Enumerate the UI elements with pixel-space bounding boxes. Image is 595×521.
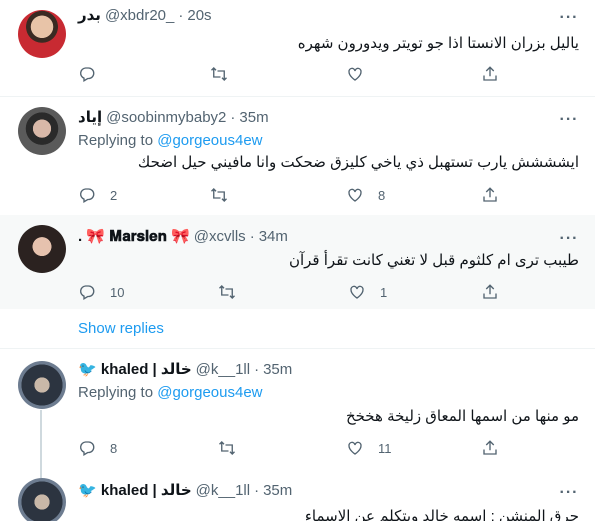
share-button[interactable] xyxy=(481,64,499,84)
replying-to: Replying to @gorgeous4ew xyxy=(78,383,263,403)
replying-to: Replying to @gorgeous4ew xyxy=(78,131,263,151)
reply-count: 2 xyxy=(110,187,118,203)
tweet-text: مو منها من اسمها المعاق زليخة هخخخ xyxy=(345,408,579,425)
reply-icon xyxy=(78,186,96,204)
action-bar: 8 11 xyxy=(78,438,518,458)
reply-icon xyxy=(78,65,96,83)
replying-label: Replying to xyxy=(78,132,154,149)
more-icon[interactable]: ··· xyxy=(559,485,579,507)
like-button[interactable] xyxy=(346,64,378,84)
retweet-icon xyxy=(218,439,236,457)
timestamp[interactable]: 35m xyxy=(263,481,292,501)
like-count: 8 xyxy=(378,187,386,203)
separator-dot: · xyxy=(230,109,236,126)
like-icon xyxy=(346,186,364,204)
reply-button[interactable]: 8 xyxy=(78,438,117,458)
share-icon xyxy=(481,439,499,457)
author-handle[interactable]: @xcvlls xyxy=(194,227,246,247)
avatar[interactable] xyxy=(18,225,66,273)
share-icon xyxy=(481,186,499,204)
like-icon xyxy=(346,439,364,457)
reply-button[interactable]: 10 xyxy=(78,282,124,302)
show-replies-link[interactable]: Show replies xyxy=(78,319,164,339)
like-count: 11 xyxy=(378,440,392,456)
retweet-button[interactable] xyxy=(210,64,228,84)
like-icon xyxy=(348,283,366,301)
avatar[interactable] xyxy=(18,10,66,58)
reply-icon xyxy=(78,283,96,301)
more-icon[interactable]: ··· xyxy=(559,112,579,134)
separator-dot: · xyxy=(249,228,255,245)
author-name-text: khaled | خالد xyxy=(100,482,192,499)
timestamp[interactable]: 35m xyxy=(239,108,268,128)
tweet-text: ايشششش يارب تستهبل ذي ياخي كليزق ضحكت وا… xyxy=(137,154,579,171)
tweet-text: ياليل بزران الانستا اذا جو تويتر ويدورون… xyxy=(297,35,579,52)
retweet-button[interactable] xyxy=(210,185,228,205)
action-bar: 10 1 xyxy=(78,282,518,302)
retweet-button[interactable] xyxy=(218,438,236,458)
action-bar: 2 8 xyxy=(78,185,518,205)
tweet-text: طيبب ترى ام كلثوم قبل لا تغني كانت تقرأ … xyxy=(288,252,579,269)
like-button[interactable]: 11 xyxy=(346,438,392,458)
avatar[interactable] xyxy=(18,107,66,155)
retweet-icon xyxy=(210,186,228,204)
more-icon[interactable]: ··· xyxy=(559,231,579,253)
avatar[interactable] xyxy=(18,361,66,409)
author-handle[interactable]: @soobinmybaby2 xyxy=(106,108,226,128)
replying-label: Replying to xyxy=(78,384,154,401)
bird-icon: 🐦 xyxy=(78,361,97,378)
more-icon[interactable]: ··· xyxy=(559,10,579,32)
share-icon xyxy=(481,283,499,301)
share-button[interactable] xyxy=(481,185,499,205)
like-button[interactable]: 8 xyxy=(346,185,385,205)
avatar[interactable] xyxy=(18,478,66,521)
tweet-text: حرق المنشن : اسمه خالد ويتكلم عن الاسماء xyxy=(304,508,579,521)
separator-dot: · xyxy=(178,7,184,24)
retweet-icon xyxy=(218,283,236,301)
mention-link[interactable]: @gorgeous4ew xyxy=(157,132,262,149)
author-name[interactable]: إياد xyxy=(78,108,102,128)
timestamp[interactable]: 20s xyxy=(187,6,211,26)
like-button[interactable]: 1 xyxy=(348,282,387,302)
reply-button[interactable]: 2 xyxy=(78,185,117,205)
like-icon xyxy=(346,65,364,83)
tweet-4[interactable]: 🐦 khaled | خالد @k__1ll · 35m Replying t… xyxy=(0,349,595,474)
bird-icon: 🐦 xyxy=(78,482,97,499)
retweet-button[interactable] xyxy=(218,282,236,302)
timestamp[interactable]: 35m xyxy=(263,360,292,380)
author-handle[interactable]: @k__1ll xyxy=(196,481,250,501)
author-name-text: khaled | خالد xyxy=(100,361,192,378)
author-name[interactable]: بدر xyxy=(78,6,101,26)
action-bar xyxy=(78,64,518,84)
author-name[interactable]: . 🎀 𝐌𝐚𝐫𝐬𝐥𝐞𝐧 🎀 xyxy=(78,227,190,247)
author-handle[interactable]: @xbdr20_ xyxy=(105,6,174,26)
reply-icon xyxy=(78,439,96,457)
separator-dot: · xyxy=(254,361,260,378)
reply-count: 8 xyxy=(110,440,118,456)
tweet-2[interactable]: إياد @soobinmybaby2 · 35m ··· Replying t… xyxy=(0,97,595,215)
mention-link[interactable]: @gorgeous4ew xyxy=(157,384,262,401)
author-name[interactable]: 🐦 khaled | خالد xyxy=(78,481,192,501)
retweet-icon xyxy=(210,65,228,83)
like-count: 1 xyxy=(380,284,388,300)
timestamp[interactable]: 34m xyxy=(259,227,288,247)
share-button[interactable] xyxy=(481,282,499,302)
share-button[interactable] xyxy=(481,438,499,458)
author-name[interactable]: 🐦 khaled | خالد xyxy=(78,360,192,380)
reply-count: 10 xyxy=(110,284,125,300)
author-handle[interactable]: @k__1ll xyxy=(196,360,250,380)
tweet-5[interactable]: 🐦 khaled | خالد @k__1ll · 35m ··· حرق ال… xyxy=(0,474,595,521)
separator-dot: · xyxy=(254,482,260,499)
reply-button[interactable] xyxy=(78,64,110,84)
tweet-3[interactable]: . 🎀 𝐌𝐚𝐫𝐬𝐥𝐞𝐧 🎀 @xcvlls · 34m ··· طيبب ترى… xyxy=(0,215,595,309)
tweet-1[interactable]: بدر @xbdr20_ · 20s ··· ياليل بزران الانس… xyxy=(0,0,595,96)
share-icon xyxy=(481,65,499,83)
